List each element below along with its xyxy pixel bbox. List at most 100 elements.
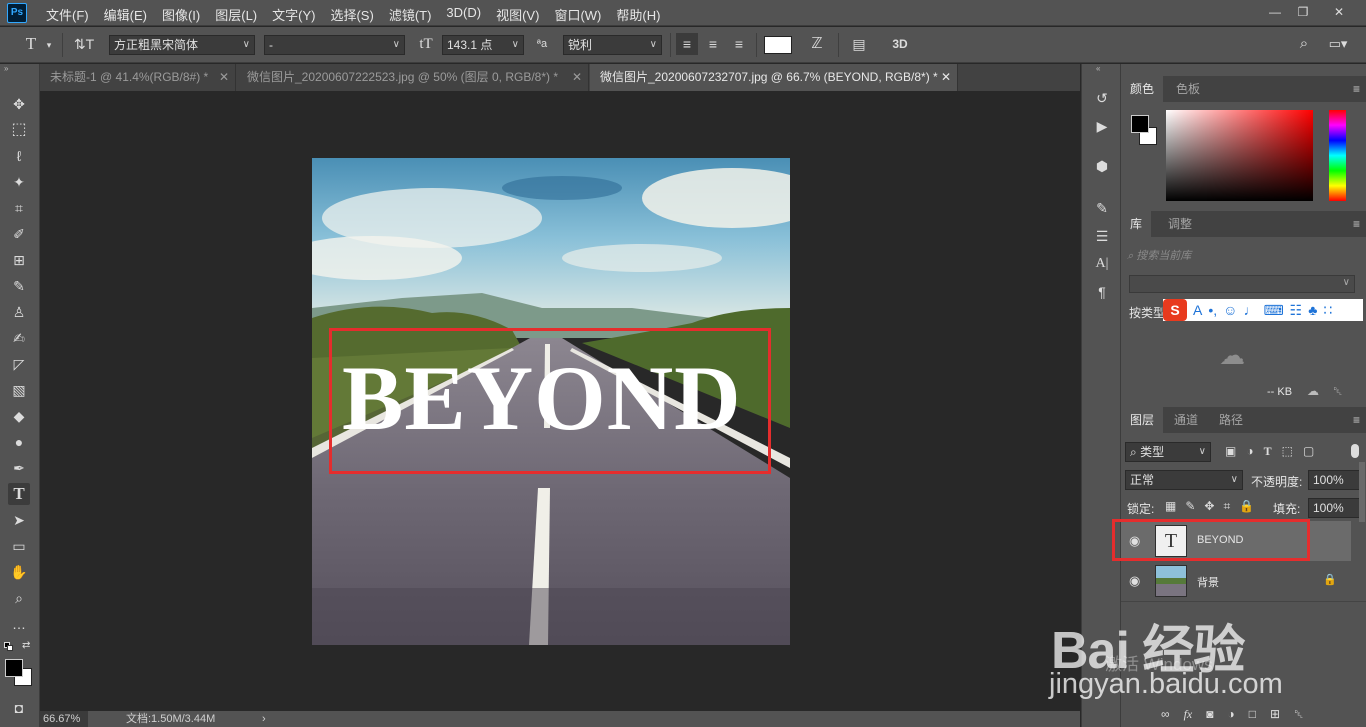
- history-brush-tool-icon[interactable]: ✍: [8, 327, 30, 349]
- new-layer-icon[interactable]: ⊞: [1270, 707, 1280, 722]
- align-center-icon[interactable]: ≡: [702, 34, 724, 54]
- keyboard-icon[interactable]: ⌨: [1263, 302, 1283, 319]
- pen-tool-icon[interactable]: ✒: [8, 457, 30, 479]
- font-size-select[interactable]: 143.1 点 ∨: [442, 35, 524, 55]
- marquee-tool-icon[interactable]: ⬚: [8, 119, 30, 141]
- crop-tool-icon[interactable]: ⌗: [8, 197, 30, 219]
- menu-help[interactable]: 帮助(H): [616, 5, 667, 24]
- grid-menu-icon[interactable]: ∷: [1323, 302, 1332, 319]
- workspace-icon[interactable]: ▭▾: [1323, 34, 1353, 54]
- lock-position-icon[interactable]: ✥: [1204, 499, 1214, 514]
- sogou-icon[interactable]: S: [1163, 299, 1187, 321]
- eraser-tool-icon[interactable]: ◸: [8, 353, 30, 375]
- foreground-color-swatch[interactable]: [1131, 115, 1149, 133]
- tab-swatches[interactable]: 色板: [1167, 76, 1209, 102]
- default-colors-icon[interactable]: [4, 642, 14, 652]
- align-left-icon[interactable]: ≡: [676, 33, 698, 55]
- emoji-icon[interactable]: ☺: [1223, 302, 1237, 318]
- fill-input[interactable]: 100%: [1308, 498, 1360, 518]
- search-icon[interactable]: ⌕: [1293, 34, 1315, 54]
- more-tools-icon[interactable]: …: [8, 613, 30, 635]
- antialias-select[interactable]: 锐利 ∨: [563, 35, 662, 55]
- tab-libraries[interactable]: 库: [1121, 211, 1152, 237]
- tab-color[interactable]: 颜色: [1121, 76, 1164, 102]
- text-color-swatch[interactable]: [764, 36, 792, 54]
- type-tool-preset-icon[interactable]: T: [20, 34, 42, 54]
- adjustment-layer-icon[interactable]: ◑: [1227, 707, 1234, 722]
- layer-row-background[interactable]: ◉ 背景 🔒: [1121, 561, 1351, 601]
- chevron-right-icon[interactable]: ›: [262, 711, 266, 727]
- artboard-icon[interactable]: ⌗: [1223, 499, 1230, 514]
- layer-filter-select[interactable]: ⌕ 类型 ∨: [1125, 442, 1211, 462]
- warp-text-icon[interactable]: ℤ: [806, 34, 828, 54]
- menu-edit[interactable]: 编辑(E): [104, 5, 154, 24]
- opacity-input[interactable]: 100%: [1308, 470, 1360, 490]
- hue-slider[interactable]: [1329, 110, 1346, 201]
- paragraph-icon[interactable]: ¶: [1092, 282, 1112, 302]
- lock-pixels-icon[interactable]: ✎: [1185, 499, 1195, 514]
- panel-menu-icon[interactable]: ≡: [1353, 82, 1360, 96]
- collapse-icon[interactable]: »: [4, 64, 34, 74]
- shape-filter-icon[interactable]: ⬚: [1282, 444, 1293, 459]
- type-tool-icon[interactable]: T: [8, 483, 30, 505]
- tab-layers[interactable]: 图层: [1121, 407, 1164, 433]
- lock-all-icon[interactable]: 🔒: [1239, 499, 1254, 514]
- cloud-sync-icon[interactable]: ☁: [1307, 384, 1319, 398]
- stamp-tool-icon[interactable]: ♙: [8, 301, 30, 323]
- collapse-icon[interactable]: «: [1096, 64, 1100, 73]
- history-icon[interactable]: ↺: [1092, 88, 1112, 108]
- 3d-icon[interactable]: 3D: [888, 34, 912, 54]
- menu-3d[interactable]: 3D(D): [446, 5, 488, 24]
- layer-mask-icon[interactable]: ◙: [1206, 707, 1213, 722]
- zoom-tool-icon[interactable]: ⌕: [8, 587, 30, 609]
- menu-image[interactable]: 图像(I): [162, 5, 207, 24]
- menu-type[interactable]: 文字(Y): [272, 5, 322, 24]
- tab-document-1[interactable]: 未标题-1 @ 41.4%(RGB/8#) * ✕: [40, 64, 236, 91]
- panel-menu-icon[interactable]: ≡: [1353, 413, 1360, 427]
- close-button[interactable]: ✕: [1328, 3, 1350, 21]
- rectangle-tool-icon[interactable]: ▭: [8, 535, 30, 557]
- properties-icon[interactable]: ☰: [1092, 226, 1112, 246]
- lasso-tool-icon[interactable]: ℓ: [8, 145, 30, 167]
- link-layers-icon[interactable]: ∞: [1161, 707, 1170, 722]
- character-icon[interactable]: A|: [1092, 254, 1112, 274]
- close-icon[interactable]: ✕: [572, 64, 582, 91]
- panel-menu-icon[interactable]: ≡: [1353, 217, 1360, 231]
- swap-colors-icon[interactable]: ⇄: [22, 640, 30, 651]
- align-right-icon[interactable]: ≡: [728, 34, 750, 54]
- blend-mode-select[interactable]: 正常 ∨: [1125, 470, 1243, 490]
- quick-mask-icon[interactable]: ◘: [8, 697, 30, 719]
- tab-document-2[interactable]: 微信图片_20200607222523.jpg @ 50% (图层 0, RGB…: [237, 64, 589, 91]
- tab-channels[interactable]: 通道: [1165, 407, 1207, 433]
- dodge-tool-icon[interactable]: ●: [8, 431, 30, 453]
- hand-tool-icon[interactable]: ✋: [8, 561, 30, 583]
- tab-paths[interactable]: 路径: [1210, 407, 1252, 433]
- smart-object-filter-icon[interactable]: ▢: [1303, 444, 1314, 459]
- trash-icon[interactable]: ␡: [1333, 384, 1343, 399]
- font-family-select[interactable]: 方正粗黑宋简体 ∨: [109, 35, 255, 55]
- eye-icon[interactable]: ◉: [1129, 573, 1140, 589]
- brush-tool-icon[interactable]: ✎: [8, 275, 30, 297]
- close-icon[interactable]: ✕: [941, 64, 951, 91]
- zoom-level[interactable]: 66.67%: [40, 711, 88, 727]
- menu-layer[interactable]: 图层(L): [215, 5, 264, 24]
- move-tool-icon[interactable]: ✥: [8, 93, 30, 115]
- pixel-filter-icon[interactable]: ▣: [1225, 444, 1236, 459]
- tab-adjustments[interactable]: 调整: [1159, 211, 1201, 237]
- font-style-select[interactable]: - ∨: [264, 35, 405, 55]
- menu-select[interactable]: 选择(S): [330, 5, 380, 24]
- scrollbar[interactable]: [1359, 462, 1365, 522]
- library-search[interactable]: ⌕ 搜索当前库: [1127, 247, 1355, 265]
- color-field[interactable]: [1166, 110, 1313, 201]
- menu-window[interactable]: 窗口(W): [554, 5, 608, 24]
- adjustment-filter-icon[interactable]: ◑: [1246, 444, 1253, 459]
- punctuation-icon[interactable]: •,: [1208, 302, 1217, 318]
- type-filter-icon[interactable]: T: [1264, 444, 1272, 459]
- new-group-icon[interactable]: □: [1249, 707, 1256, 722]
- healing-tool-icon[interactable]: ⊞: [8, 249, 30, 271]
- tab-document-3[interactable]: 微信图片_20200607232707.jpg @ 66.7% (BEYOND,…: [590, 64, 958, 91]
- 3d-cube-icon[interactable]: ⬢: [1092, 156, 1112, 176]
- microphone-icon[interactable]: ♩: [1243, 302, 1257, 318]
- chevron-down-icon[interactable]: ▾: [44, 35, 54, 55]
- menu-file[interactable]: 文件(F): [46, 5, 96, 24]
